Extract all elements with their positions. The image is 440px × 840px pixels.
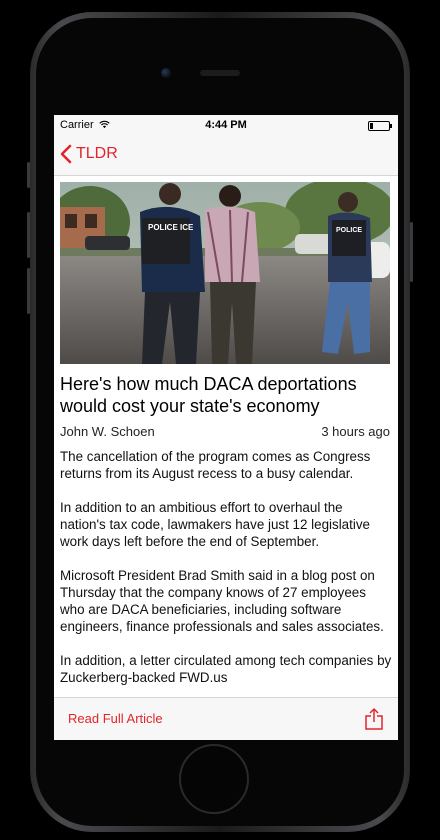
- article-timestamp: 3 hours ago: [321, 424, 390, 439]
- battery-level: [370, 123, 373, 129]
- article-paragraph: In addition to an ambitious effort to ov…: [60, 500, 370, 549]
- back-button[interactable]: TLDR: [60, 144, 118, 164]
- earpiece-speaker: [200, 70, 240, 76]
- read-full-article-button[interactable]: Read Full Article: [68, 711, 163, 726]
- article-paragraph: Microsoft President Brad Smith said in a…: [60, 568, 384, 634]
- status-time: 4:44 PM: [205, 119, 247, 131]
- article-image: POLICE ICE POLICE: [60, 182, 390, 364]
- mute-switch: [27, 162, 30, 188]
- front-camera: [161, 68, 171, 78]
- share-icon[interactable]: [364, 707, 384, 731]
- home-button[interactable]: [179, 744, 249, 814]
- volume-up-button: [27, 212, 30, 258]
- police-ice-badge: POLICE ICE: [148, 223, 194, 232]
- back-label: TLDR: [76, 145, 118, 162]
- police-badge: POLICE: [336, 227, 362, 234]
- article-meta: John W. Schoen 3 hours ago: [60, 424, 390, 439]
- article-body: The cancellation of the program comes as…: [60, 448, 392, 698]
- article-headline: Here's how much DACA deportations would …: [60, 374, 357, 416]
- bottom-toolbar: Read Full Article: [54, 697, 398, 740]
- battery-icon: [368, 121, 392, 131]
- article-author: John W. Schoen: [60, 424, 155, 439]
- volume-down-button: [27, 268, 30, 314]
- article-paragraph: In addition, a letter circulated among t…: [60, 653, 392, 685]
- article-paragraph: The cancellation of the program comes as…: [60, 449, 371, 481]
- article-content[interactable]: POLICE ICE POLICE Here's how much DACA d…: [54, 176, 398, 698]
- chevron-left-icon: [60, 144, 72, 164]
- status-bar: Carrier 4:44 PM: [54, 115, 398, 135]
- app-screen: Carrier 4:44 PM TLDR POLICE ICE POLICE H…: [54, 115, 398, 740]
- navigation-bar: TLDR: [54, 135, 398, 176]
- power-button: [410, 222, 413, 282]
